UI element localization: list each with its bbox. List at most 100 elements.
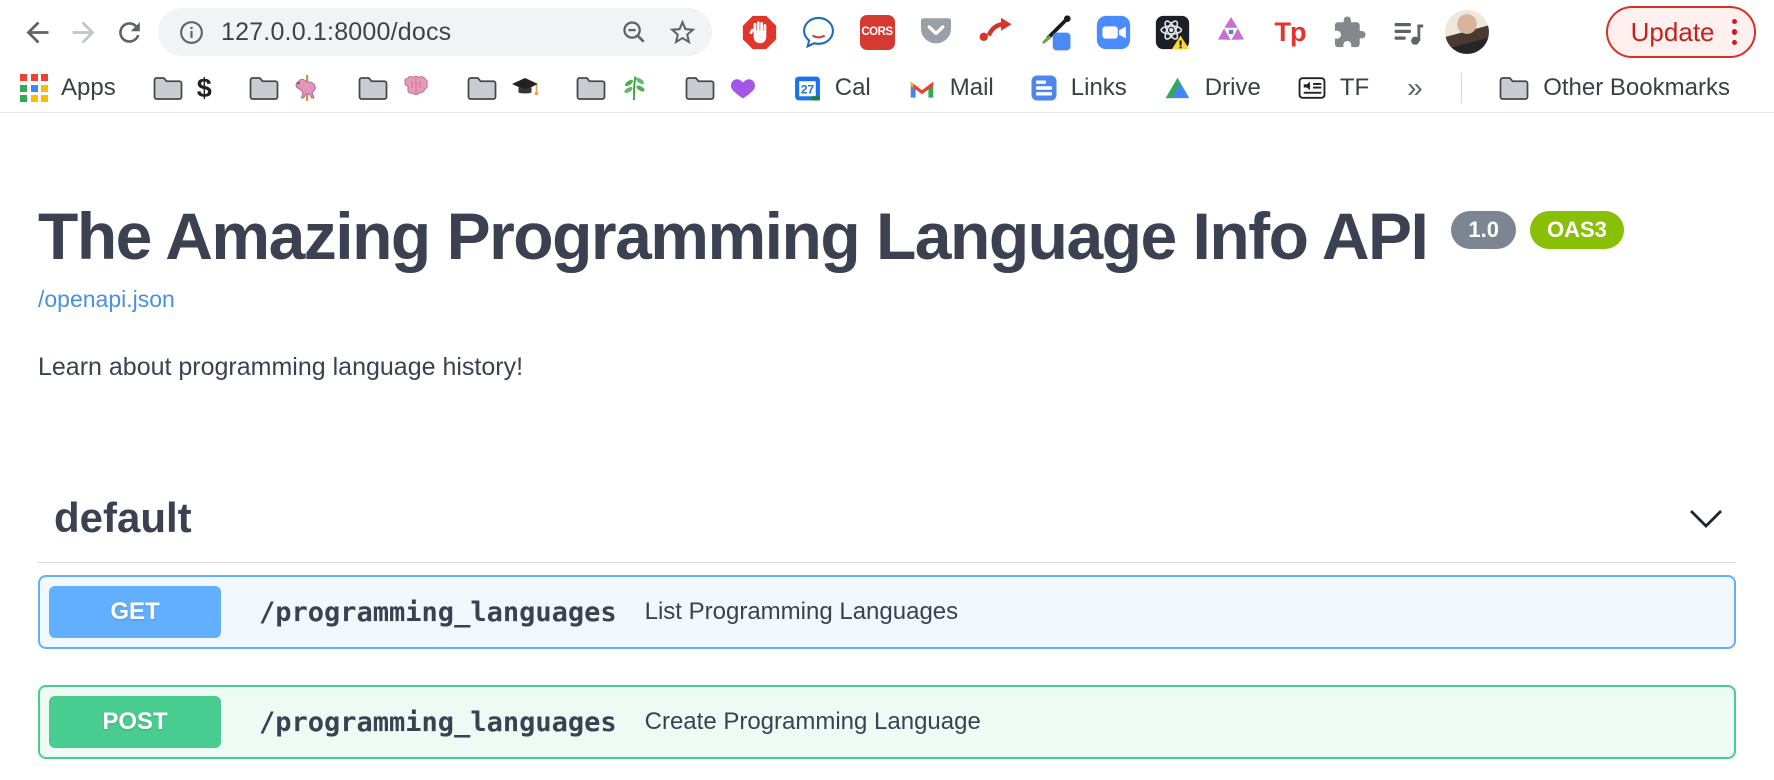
bookmark-label: TF	[1340, 74, 1369, 102]
bookmarks-overflow-chevron[interactable]: »	[1405, 72, 1425, 104]
title-row: The Amazing Programming Language Info AP…	[38, 203, 1736, 270]
bookmark-tf[interactable]: TF	[1297, 74, 1369, 102]
zoom-video-extension[interactable]	[1094, 13, 1132, 51]
pocket-extension[interactable]	[917, 13, 955, 51]
other-bookmarks-label: Other Bookmarks	[1543, 74, 1730, 102]
folder-icon	[152, 75, 184, 102]
pocket-icon	[918, 14, 954, 50]
openapi-json-link[interactable]: /openapi.json	[38, 286, 175, 313]
reload-button[interactable]	[106, 9, 152, 55]
chat-bubble-icon	[800, 14, 837, 51]
stop-hand-icon	[741, 14, 778, 51]
endpoint-summary: Create Programming Language	[645, 708, 981, 736]
url-bar[interactable]: 127.0.0.1:8000/docs	[158, 8, 712, 56]
back-button[interactable]	[14, 9, 60, 55]
folder-icon	[575, 75, 607, 102]
google-drive-icon	[1163, 75, 1192, 102]
bookmark-folder-purple-heart[interactable]	[684, 74, 757, 102]
bookmarks-bar: Apps $	[0, 64, 1774, 113]
swagger-docs-page: The Amazing Programming Language Info AP…	[0, 113, 1774, 759]
browser-toolbar: 127.0.0.1:8000/docs	[0, 0, 1774, 64]
music-playlist-button[interactable]	[1389, 13, 1427, 51]
recycle-purple-extension[interactable]	[1212, 13, 1250, 51]
folder-icon	[1498, 75, 1530, 102]
apps-grid-icon	[20, 74, 48, 102]
folder-icon	[684, 75, 716, 102]
eyedropper-icon	[1035, 13, 1073, 51]
update-label: Update	[1631, 17, 1715, 48]
cors-icon: CORS	[860, 15, 895, 50]
graduation-cap-emoji-icon	[511, 74, 539, 102]
chevron-down-icon[interactable]	[1688, 508, 1724, 529]
bookmarks-divider	[1461, 73, 1463, 103]
title-badges: 1.0 OAS3	[1451, 211, 1624, 249]
recycle-icon	[1213, 14, 1249, 50]
method-badge: GET	[49, 586, 221, 638]
bookmark-label: Apps	[61, 74, 116, 102]
more-kebab-icon[interactable]	[1730, 15, 1740, 50]
bookmark-folder-dollar[interactable]: $	[152, 73, 212, 104]
bookmark-links[interactable]: Links	[1030, 74, 1127, 102]
bookmark-folder-herb[interactable]	[575, 74, 648, 102]
react-devtools-extension[interactable]	[1153, 13, 1191, 51]
extensions-row: CORS	[740, 13, 1586, 51]
endpoint-summary: List Programming Languages	[645, 598, 959, 626]
section-title: default	[54, 494, 192, 542]
gmail-icon	[907, 76, 937, 100]
folder-icon	[357, 75, 389, 102]
bookmark-google-drive[interactable]: Drive	[1163, 74, 1261, 102]
profile-avatar	[1445, 10, 1489, 54]
endpoint-row-get-programming-languages[interactable]: GET /programming_languages List Programm…	[38, 575, 1736, 649]
url-text[interactable]: 127.0.0.1:8000/docs	[221, 18, 620, 47]
bookmark-label: Links	[1071, 74, 1127, 102]
other-bookmarks[interactable]: Other Bookmarks	[1498, 74, 1730, 102]
react-devtools-icon	[1154, 14, 1191, 51]
color-eyedropper-extension[interactable]	[1035, 13, 1073, 51]
dollar-sign-label: $	[197, 73, 212, 104]
forward-button[interactable]	[60, 9, 106, 55]
bookmark-google-calendar[interactable]: 27 Cal	[793, 74, 871, 103]
carousel-horse-emoji-icon	[293, 74, 321, 102]
bookmark-folder-carousel-horse[interactable]	[248, 74, 321, 102]
playlist-icon	[1390, 14, 1426, 50]
back-icon	[21, 16, 54, 49]
endpoint-path: /programming_languages	[259, 597, 617, 628]
bookmark-label: Mail	[950, 74, 994, 102]
teleparty-icon: Tp	[1275, 17, 1306, 48]
brain-emoji-icon	[402, 74, 430, 102]
endpoint-row-post-programming-languages[interactable]: POST /programming_languages Create Progr…	[38, 685, 1736, 759]
zoom-out-icon[interactable]	[620, 18, 649, 47]
page-info-icon[interactable]	[178, 19, 205, 46]
bookmark-gmail[interactable]: Mail	[907, 74, 994, 102]
video-camera-icon	[1095, 14, 1132, 51]
page-title: The Amazing Programming Language Info AP…	[38, 203, 1427, 270]
stop-hand-extension[interactable]	[740, 13, 778, 51]
bookmark-label: Cal	[835, 74, 871, 102]
teleparty-extension[interactable]: Tp	[1271, 13, 1309, 51]
bookmark-folder-brain[interactable]	[357, 74, 430, 102]
blue-doc-icon	[1030, 74, 1058, 102]
forward-icon	[67, 16, 100, 49]
svg-text:27: 27	[801, 82, 815, 96]
api-description: Learn about programming language history…	[38, 353, 1736, 382]
version-badge: 1.0	[1451, 211, 1516, 249]
oas3-badge: OAS3	[1530, 211, 1624, 249]
chat-bubble-extension[interactable]	[799, 13, 837, 51]
bookmark-folder-graduation-cap[interactable]	[466, 74, 539, 102]
method-badge: POST	[49, 696, 221, 748]
puzzle-icon	[1332, 15, 1367, 50]
reload-icon	[114, 17, 145, 48]
endpoint-path: /programming_languages	[259, 707, 617, 738]
extensions-menu-button[interactable]	[1330, 13, 1368, 51]
update-button[interactable]: Update	[1606, 6, 1756, 58]
news-doc-icon	[1297, 74, 1327, 102]
profile-button[interactable]	[1448, 13, 1486, 51]
bookmark-star-icon[interactable]	[667, 17, 698, 48]
redirect-arrow-icon	[977, 14, 1014, 51]
bookmark-label: Drive	[1205, 74, 1261, 102]
bookmark-apps[interactable]: Apps	[20, 74, 116, 102]
section-header-default[interactable]: default	[38, 494, 1736, 563]
cors-extension[interactable]: CORS	[858, 13, 896, 51]
redirect-arrow-extension[interactable]	[976, 13, 1014, 51]
folder-icon	[466, 75, 498, 102]
